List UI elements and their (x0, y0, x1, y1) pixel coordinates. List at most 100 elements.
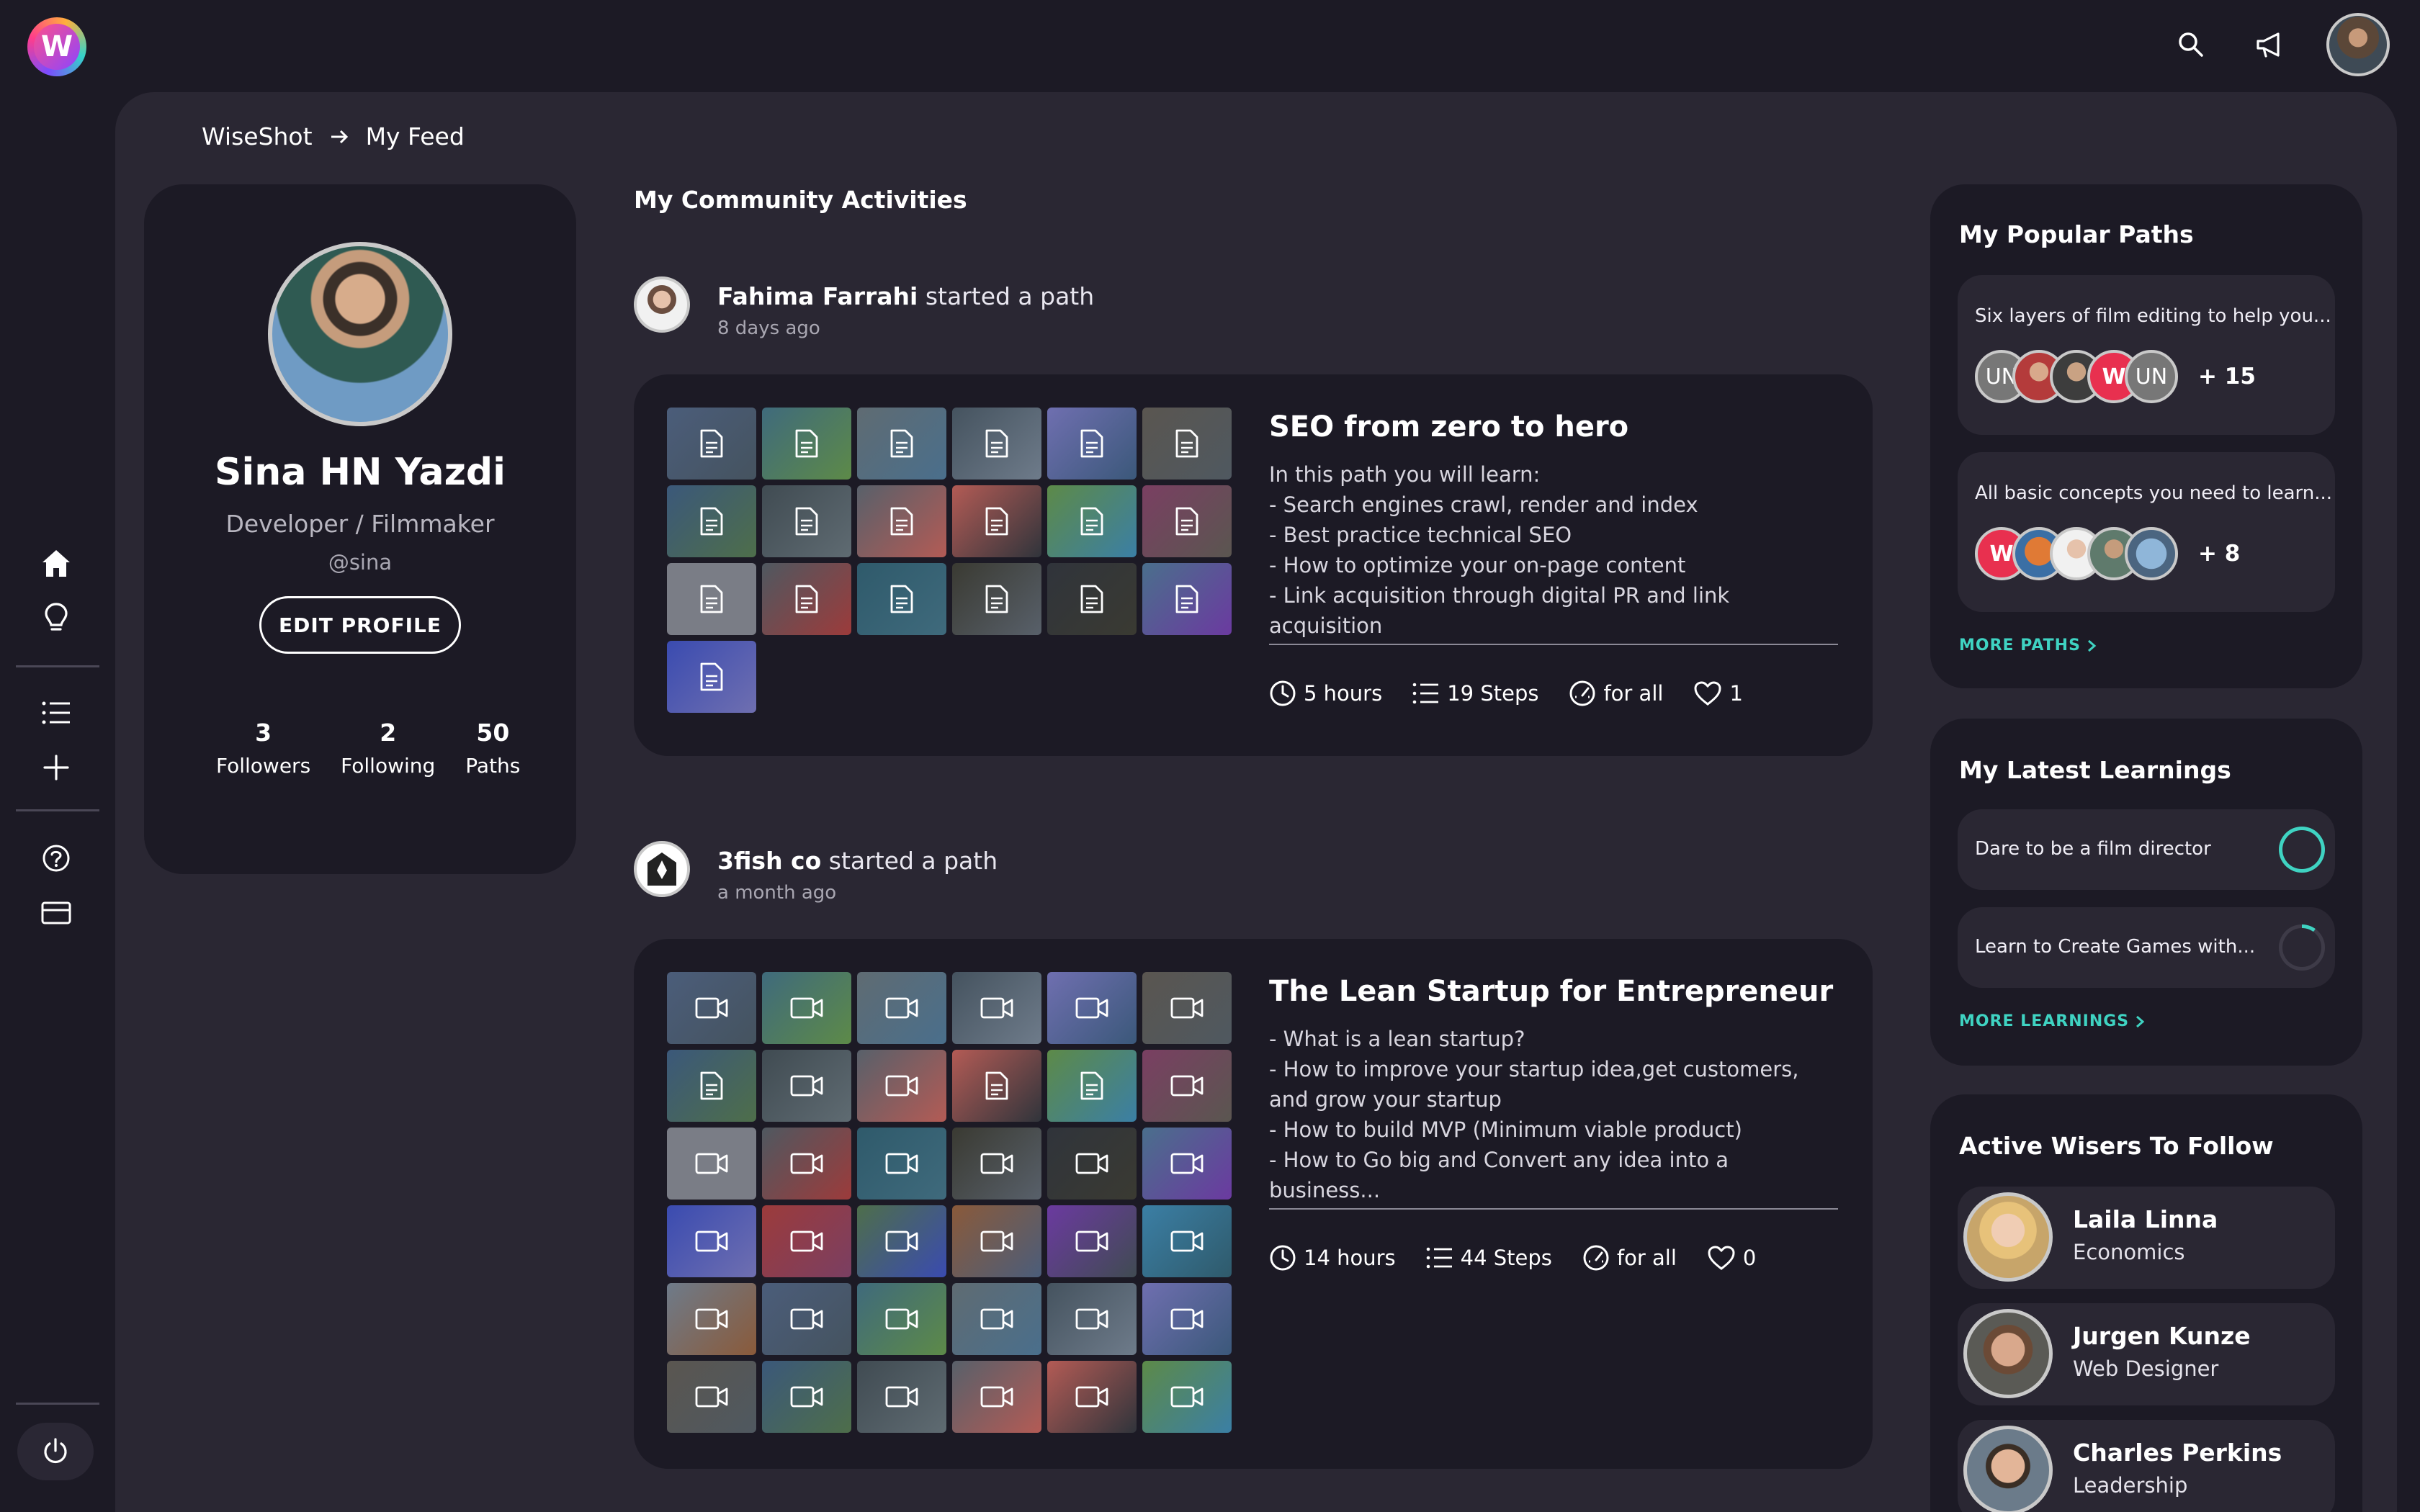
heart-icon[interactable] (1693, 680, 1722, 706)
wiser-avatar[interactable] (1963, 1309, 2053, 1398)
thumbnail[interactable] (1142, 972, 1232, 1044)
wiser-avatar[interactable] (1963, 1426, 2053, 1512)
more-paths-link-visible[interactable]: MORE PATHS (1959, 636, 2097, 654)
thumbnail[interactable] (762, 408, 851, 480)
activity-user-name[interactable]: 3fish co (717, 847, 821, 875)
thumbnail[interactable] (667, 485, 756, 557)
thumbnail[interactable] (1142, 485, 1232, 557)
thumbnail[interactable] (1047, 1050, 1137, 1122)
thumbnail[interactable] (667, 972, 756, 1044)
thumbnail[interactable] (1142, 1283, 1232, 1355)
megaphone-icon[interactable] (2253, 27, 2287, 62)
thumbnail[interactable] (952, 563, 1041, 635)
help-icon[interactable] (37, 840, 75, 877)
thumbnail[interactable] (952, 408, 1041, 480)
path-likes[interactable]: 1 (1693, 680, 1743, 706)
thumbnail[interactable] (1047, 563, 1137, 635)
popular-path-item[interactable]: All basic concepts you need to learn... … (1958, 452, 2335, 612)
thumbnail[interactable] (667, 1283, 756, 1355)
thumbnail[interactable] (1142, 1361, 1232, 1433)
heart-icon[interactable] (1707, 1245, 1736, 1271)
thumbnail[interactable] (952, 1128, 1041, 1200)
more-learnings-link[interactable]: MORE LEARNINGS (1959, 1012, 2145, 1030)
path-title[interactable]: SEO from zero to hero (1269, 410, 1628, 444)
thumbnail[interactable] (667, 408, 756, 480)
thumbnail[interactable] (667, 641, 756, 713)
thumbnail[interactable] (857, 485, 946, 557)
thumbnail[interactable] (667, 1361, 756, 1433)
path-card[interactable]: The Lean Startup for Entrepreneur - What… (634, 939, 1873, 1469)
stat-paths[interactable]: 50 Paths (465, 719, 520, 778)
thumbnail[interactable] (857, 408, 946, 480)
thumbnail[interactable] (762, 563, 851, 635)
activity-user-avatar[interactable] (634, 841, 690, 897)
path-likes[interactable]: 0 (1707, 1245, 1756, 1271)
stat-followers[interactable]: 3 Followers (216, 719, 310, 778)
lightbulb-icon[interactable] (37, 599, 75, 636)
wiser-name[interactable]: Laila Linna (2073, 1205, 2218, 1233)
list-icon[interactable] (37, 694, 75, 732)
thumbnail[interactable] (667, 1205, 756, 1277)
thumbnail[interactable] (952, 1361, 1041, 1433)
thumbnail[interactable] (952, 1205, 1041, 1277)
power-button[interactable] (17, 1423, 94, 1480)
wiser-name[interactable]: Jurgen Kunze (2073, 1322, 2251, 1350)
thumbnail[interactable] (857, 1283, 946, 1355)
stat-following[interactable]: 2 Following (341, 719, 435, 778)
thumbnail[interactable] (857, 1205, 946, 1277)
edit-profile-button[interactable]: EDIT PROFILE (259, 596, 461, 654)
activity-user-avatar[interactable] (634, 276, 690, 333)
thumbnail[interactable] (1047, 972, 1137, 1044)
wiseshot-logo[interactable]: W (27, 17, 86, 76)
thumbnail[interactable] (1047, 1205, 1137, 1277)
thumbnail[interactable] (1047, 485, 1137, 557)
thumbnail[interactable] (762, 1205, 851, 1277)
breadcrumb-root[interactable]: WiseShot (202, 122, 313, 150)
thumbnail[interactable] (1047, 408, 1137, 480)
thumbnail[interactable] (857, 1361, 946, 1433)
thumbnail[interactable] (1142, 1050, 1232, 1122)
thumbnail[interactable] (762, 972, 851, 1044)
thumbnail[interactable] (667, 563, 756, 635)
thumbnail[interactable] (762, 485, 851, 557)
search-icon[interactable] (2174, 27, 2208, 62)
learning-item[interactable]: Dare to be a film director (1958, 809, 2335, 890)
wiser-item[interactable]: Jurgen Kunze Web Designer (1958, 1303, 2335, 1405)
path-card[interactable]: SEO from zero to hero In this path you w… (634, 374, 1873, 756)
thumbnail[interactable] (857, 563, 946, 635)
path-title[interactable]: The Lean Startup for Entrepreneur (1269, 975, 1833, 1008)
path-thumbnails (667, 972, 1232, 1433)
thumbnail[interactable] (1142, 1128, 1232, 1200)
activity-user-name[interactable]: Fahima Farrahi (717, 282, 918, 310)
profile-avatar[interactable] (268, 242, 452, 426)
thumbnail[interactable] (667, 1050, 756, 1122)
wiser-avatar[interactable] (1963, 1192, 2053, 1282)
thumbnail[interactable] (1142, 1205, 1232, 1277)
thumbnail[interactable] (762, 1050, 851, 1122)
thumbnail[interactable] (857, 1128, 946, 1200)
thumbnail[interactable] (952, 1050, 1041, 1122)
thumbnail[interactable] (857, 1050, 946, 1122)
thumbnail[interactable] (667, 1128, 756, 1200)
home-icon[interactable] (37, 544, 75, 582)
thumbnail[interactable] (1142, 563, 1232, 635)
user-avatar[interactable] (2326, 13, 2390, 76)
thumbnail[interactable] (952, 485, 1041, 557)
thumbnail[interactable] (762, 1283, 851, 1355)
plus-icon[interactable] (37, 749, 75, 786)
wiser-item[interactable]: Charles Perkins Leadership (1958, 1420, 2335, 1512)
thumbnail[interactable] (1047, 1128, 1137, 1200)
wiser-name[interactable]: Charles Perkins (2073, 1439, 2282, 1467)
thumbnail[interactable] (952, 1283, 1041, 1355)
wiser-item[interactable]: Laila Linna Economics (1958, 1187, 2335, 1289)
thumbnail[interactable] (857, 972, 946, 1044)
popular-path-item[interactable]: Six layers of film editing to help you..… (1958, 275, 2335, 435)
thumbnail[interactable] (762, 1361, 851, 1433)
thumbnail[interactable] (1047, 1283, 1137, 1355)
thumbnail[interactable] (762, 1128, 851, 1200)
thumbnail[interactable] (1142, 408, 1232, 480)
thumbnail[interactable] (952, 972, 1041, 1044)
learning-item[interactable]: Learn to Create Games with... (1958, 907, 2335, 988)
thumbnail[interactable] (1047, 1361, 1137, 1433)
card-icon[interactable] (37, 894, 75, 932)
